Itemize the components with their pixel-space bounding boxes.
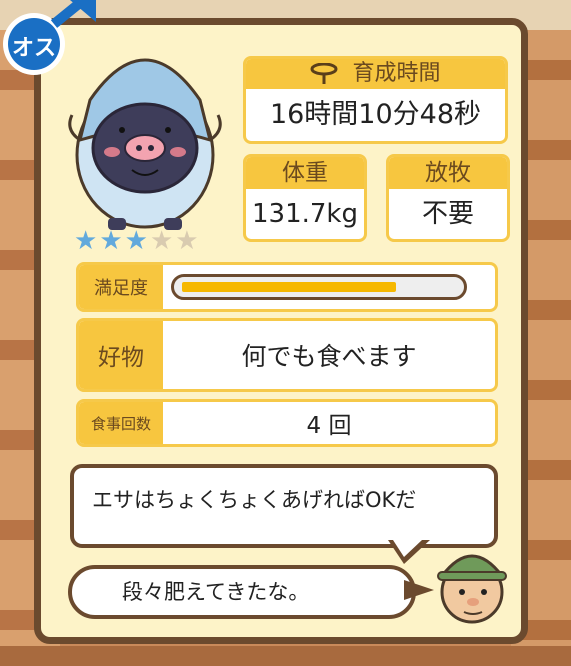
speech-bubble-comment: 段々肥えてきたな。 <box>68 565 416 619</box>
speech-bubble-comment-text: 段々肥えてきたな。 <box>122 580 310 604</box>
star-icon: ★ <box>149 226 174 256</box>
satisfaction-label: 満足度 <box>79 265 163 309</box>
growth-time-value: 16時間10分48秒 <box>269 99 482 130</box>
satisfaction-bar <box>171 274 467 300</box>
favorite-food-value: 何でも食べます <box>241 342 417 371</box>
meal-count-value: 4 回 <box>306 413 352 439</box>
rarity-stars: ★ ★ ★ ★ ★ <box>74 228 199 254</box>
pasture-value: 不要 <box>421 199 474 229</box>
satisfaction-bar-fill <box>182 282 396 292</box>
satisfaction-row: 満足度 <box>76 262 498 312</box>
growth-time-box: 育成時間 16時間10分48秒 <box>243 56 508 144</box>
meal-count-row: 食事回数 4 回 <box>76 399 498 447</box>
pasture-title: 放牧 <box>389 157 507 189</box>
weight-box: 体重 131.7kg <box>243 154 367 242</box>
speech-bubble-tail <box>404 580 434 600</box>
star-icon: ★ <box>74 226 98 256</box>
whistle-icon <box>310 63 338 84</box>
star-icon: ★ <box>175 226 199 256</box>
weight-title: 体重 <box>246 157 364 189</box>
star-icon: ★ <box>124 226 148 256</box>
star-icon: ★ <box>99 226 123 256</box>
growth-time-title: 育成時間 <box>352 61 441 86</box>
meal-count-label: 食事回数 <box>79 402 163 444</box>
weight-value: 131.7kg <box>252 199 358 229</box>
speech-bubble-tip-text: エサはちょくちょくあげればOKだ <box>92 488 417 512</box>
favorite-food-row: 好物 何でも食べます <box>76 318 498 392</box>
gender-label: オス <box>11 36 56 61</box>
favorite-food-label: 好物 <box>79 321 163 389</box>
pig-in-shark-costume-illustration <box>68 58 222 230</box>
pasture-box: 放牧 不要 <box>386 154 510 242</box>
farmer-avatar <box>437 554 507 624</box>
background-bottom <box>0 646 571 666</box>
